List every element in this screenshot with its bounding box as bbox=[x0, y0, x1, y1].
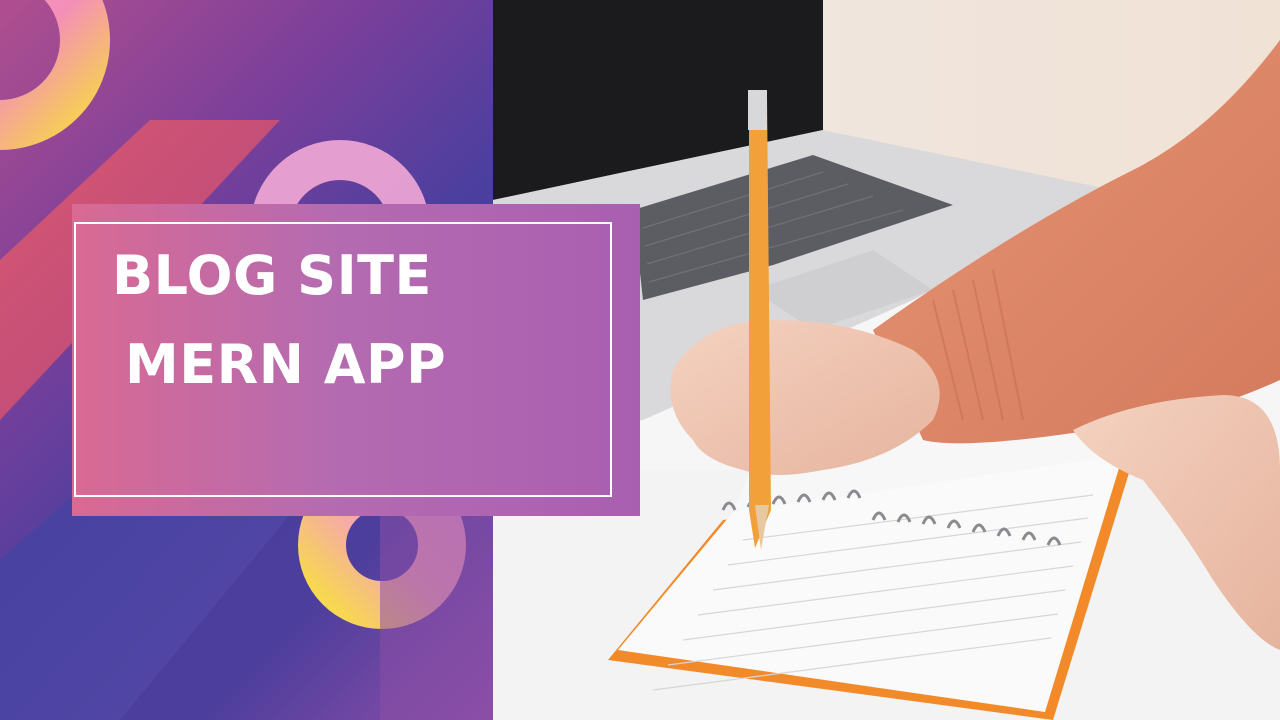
ring-shape bbox=[0, 0, 110, 150]
title-line-1: BLOG SITE bbox=[112, 244, 432, 307]
diagonal-band bbox=[380, 490, 493, 720]
pencil-eraser bbox=[748, 90, 767, 130]
title-line-2: MERN APP bbox=[125, 333, 447, 396]
